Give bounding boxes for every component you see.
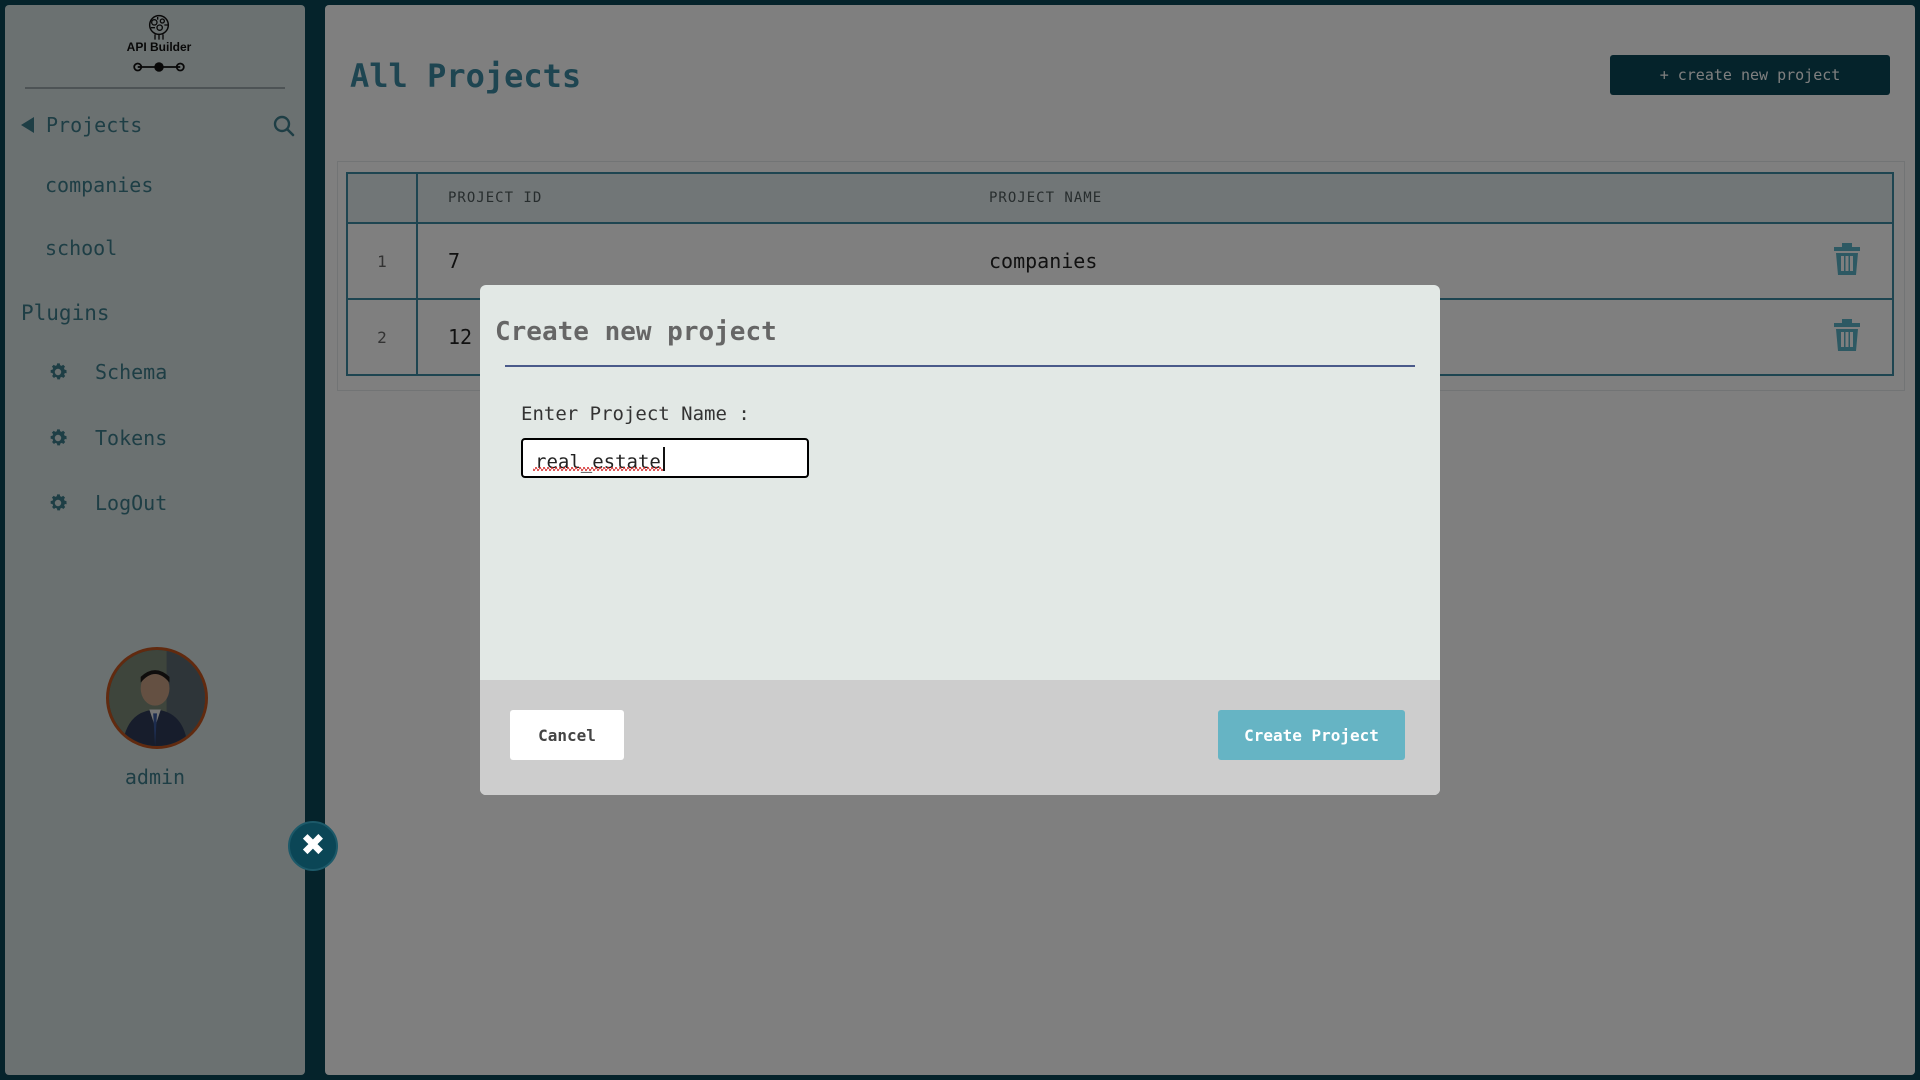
- sidebar-close-button[interactable]: ✖: [288, 821, 338, 871]
- text-cursor: [663, 447, 665, 471]
- project-name-input[interactable]: real_estate: [521, 438, 809, 478]
- spellcheck-underline: [533, 467, 665, 471]
- cancel-button[interactable]: Cancel: [510, 710, 624, 760]
- create-project-dialog: Create new project Enter Project Name : …: [480, 285, 1440, 795]
- close-icon: ✖: [300, 828, 326, 863]
- dialog-divider: [505, 365, 1415, 367]
- project-name-label: Enter Project Name :: [521, 403, 750, 425]
- create-project-button[interactable]: Create Project: [1218, 710, 1405, 760]
- dialog-footer: Cancel Create Project: [480, 680, 1440, 795]
- dialog-title: Create new project: [495, 317, 777, 347]
